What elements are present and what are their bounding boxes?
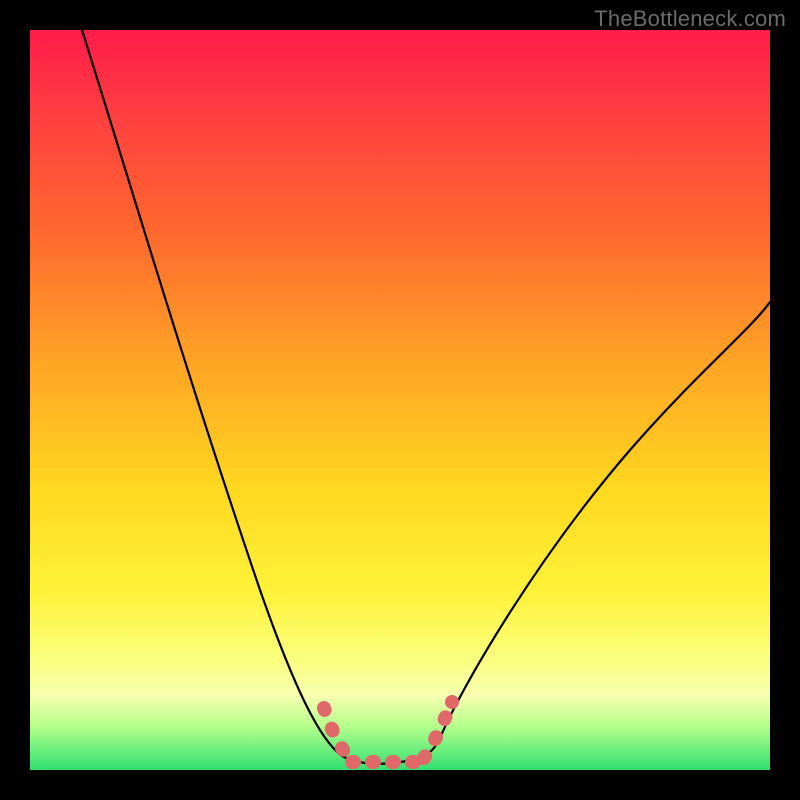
valley-marker-right	[424, 716, 446, 758]
gradient-plot-area	[30, 30, 770, 770]
valley-marker-dot	[445, 695, 459, 709]
valley-marker-group	[324, 695, 459, 762]
valley-marker-left	[324, 708, 352, 760]
watermark-text: TheBottleneck.com	[594, 6, 786, 32]
chart-frame: TheBottleneck.com	[0, 0, 800, 800]
curve-path	[82, 30, 770, 764]
bottleneck-curve	[30, 30, 770, 770]
